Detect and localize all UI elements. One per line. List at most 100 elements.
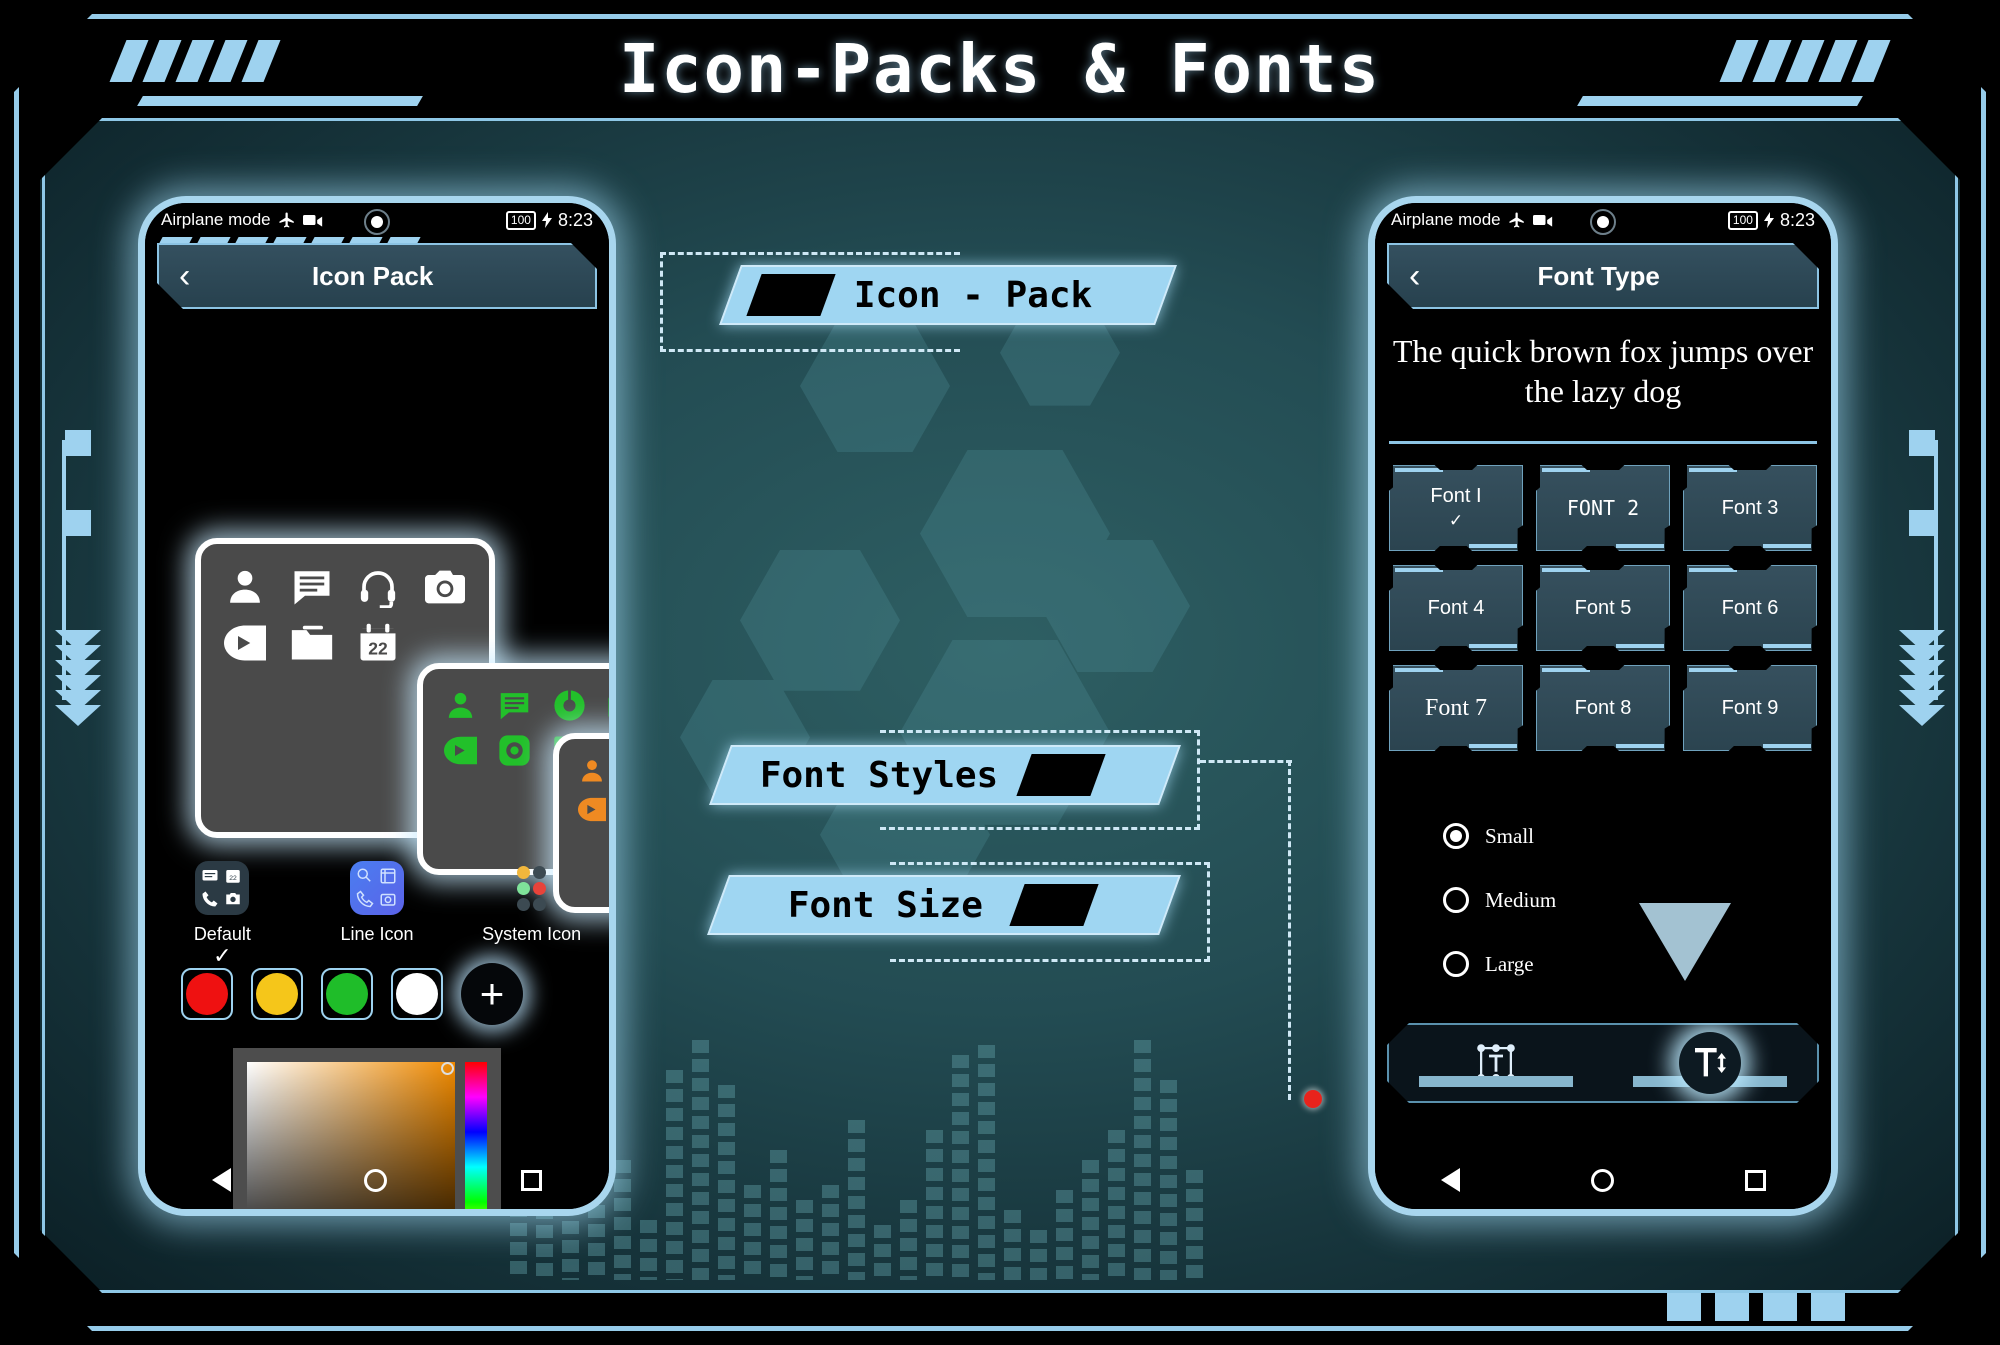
left-phone-screen: Airplane mode 100 8:23 ‹ Icon Pack 22 22… — [145, 203, 609, 1209]
header-bar-left — [137, 96, 423, 106]
font-size-radio-group: Small Medium Large — [1443, 823, 1556, 1015]
color-swatch-red[interactable] — [181, 968, 233, 1020]
statusbar-time: 8:23 — [557, 209, 593, 230]
font-preview-text: The quick brown fox jumps over the lazy … — [1392, 333, 1814, 409]
connector-vertical — [1288, 760, 1291, 1100]
font-option-4[interactable]: Font 4 — [1389, 565, 1523, 651]
pack-label: Line Icon — [340, 924, 414, 944]
font-option-1[interactable]: Font I ✓ — [1389, 465, 1523, 551]
size-radio-label: Small — [1485, 823, 1535, 848]
left-phone: Airplane mode 100 8:23 ‹ Icon Pack 22 22… — [138, 196, 616, 1216]
right-phone: Airplane mode 100 8:23 ‹ Font Type The q… — [1368, 196, 1838, 1216]
front-camera-notch — [364, 209, 390, 235]
header-slashes-right — [1719, 40, 1891, 82]
nav-recents-icon[interactable] — [1744, 1169, 1766, 1191]
nav-back-icon[interactable] — [211, 1168, 231, 1192]
video-camera-icon — [1532, 215, 1552, 227]
chrome-icon — [546, 689, 593, 722]
left-navbar — [145, 1151, 609, 1209]
callout-text: Font Styles — [760, 754, 999, 796]
left-appbar: ‹ Icon Pack — [157, 243, 597, 309]
font-option-6[interactable]: Font 6 — [1683, 565, 1817, 651]
size-radio-large[interactable]: Large — [1443, 951, 1556, 977]
video-call-icon — [437, 734, 484, 767]
add-color-button[interactable]: + — [461, 963, 523, 1025]
color-swatch-yellow[interactable] — [251, 968, 303, 1020]
font-option-9[interactable]: Font 9 — [1683, 665, 1817, 751]
text-resize-icon — [1690, 1043, 1730, 1083]
statusbar-label: Airplane mode — [1391, 210, 1501, 229]
charging-bolt-icon — [541, 212, 552, 228]
font-type-tool[interactable] — [1389, 1025, 1603, 1101]
radio-dot-icon — [1443, 823, 1469, 849]
font-size-tool[interactable] — [1603, 1025, 1817, 1101]
bottom-indicator-blocks — [1667, 1293, 1845, 1321]
side-decoration-left — [46, 430, 110, 726]
pack-option-system[interactable]: System Icon — [454, 861, 609, 967]
pack-label: Default — [193, 924, 251, 944]
front-camera-notch — [1590, 209, 1616, 235]
right-navbar — [1375, 1151, 1831, 1209]
font-option-label: Font 8 — [1574, 696, 1632, 719]
pack-option-default[interactable]: 22 Default ✓ — [145, 861, 300, 967]
font-option-label: Font 9 — [1721, 696, 1779, 719]
contact-icon — [571, 757, 609, 785]
nav-recents-icon[interactable] — [521, 1169, 543, 1191]
video-camera-icon — [302, 215, 322, 227]
header-slashes-left — [109, 40, 281, 82]
font-option-5[interactable]: Font 5 — [1536, 565, 1670, 651]
font-option-label: Font 6 — [1721, 596, 1779, 619]
statusbar-label: Airplane mode — [161, 210, 271, 229]
camera-icon — [601, 689, 609, 722]
icon-pack-options: 22 Default ✓ Line Icon System Icon — [145, 861, 609, 967]
font-size-tool-active-ring[interactable] — [1679, 1032, 1741, 1094]
font-option-label: Font 3 — [1721, 496, 1779, 519]
header: Icon-Packs & Fonts — [0, 0, 2000, 120]
color-swatch-white[interactable] — [391, 968, 443, 1020]
font-option-7[interactable]: Font 7 — [1389, 665, 1523, 751]
size-radio-small[interactable]: Small — [1443, 823, 1556, 849]
airplane-icon — [1509, 212, 1524, 228]
hud-stage: Icon-Packs & Fonts Airplane mode 100 8:2… — [0, 0, 2000, 1345]
right-appbar: ‹ Font Type — [1387, 243, 1819, 309]
battery-level: 100 — [505, 210, 536, 230]
font-option-label: Font I — [1430, 485, 1482, 507]
duo-icon — [492, 734, 539, 767]
callout-text: Font Size — [788, 884, 984, 926]
callout-text: Icon - Pack — [854, 274, 1093, 316]
radio-dot-icon — [1443, 887, 1469, 913]
font-option-8[interactable]: Font 8 — [1536, 665, 1670, 751]
font-option-label: Font 5 — [1574, 596, 1632, 619]
chevron-left-icon[interactable]: ‹ — [1409, 259, 1420, 293]
charging-bolt-icon — [1763, 212, 1774, 228]
calendar-icon: 22 — [350, 622, 407, 664]
callout-block — [1016, 754, 1107, 796]
callout-block — [1009, 884, 1099, 926]
video-call-icon — [571, 795, 609, 823]
system-pack-thumb — [505, 861, 559, 915]
airplane-icon — [279, 212, 294, 228]
statusbar-time: 8:23 — [1779, 209, 1815, 230]
font-toolbar — [1387, 1023, 1819, 1103]
headset-icon — [350, 566, 407, 608]
connector-endpoint — [1304, 1090, 1322, 1108]
color-swatch-green[interactable] — [321, 968, 373, 1020]
right-phone-screen: Airplane mode 100 8:23 ‹ Font Type The q… — [1375, 203, 1831, 1209]
pack-option-line[interactable]: Line Icon — [300, 861, 455, 967]
font-size-callout: Font Size — [707, 875, 1181, 935]
font-grid: Font I ✓ FONT 2 Font 3 Font 4 Font 5 Font 6 Fon… — [1389, 465, 1817, 751]
nav-home-icon[interactable] — [1590, 1168, 1614, 1192]
size-radio-medium[interactable]: Medium — [1443, 887, 1556, 913]
nav-back-icon[interactable] — [1440, 1168, 1460, 1192]
font-option-3[interactable]: Font 3 — [1683, 465, 1817, 551]
color-swatch-row: + — [181, 963, 523, 1025]
chevron-left-icon[interactable]: ‹ — [179, 259, 190, 293]
message-icon — [492, 689, 539, 722]
font-option-2[interactable]: FONT 2 — [1536, 465, 1670, 551]
left-appbar-title: Icon Pack — [311, 260, 434, 291]
font-option-label: FONT 2 — [1566, 496, 1640, 520]
camera-icon — [417, 566, 474, 608]
folder-icon — [284, 622, 341, 664]
nav-home-icon[interactable] — [364, 1168, 388, 1192]
icon-grid-white: 22 — [217, 566, 473, 664]
